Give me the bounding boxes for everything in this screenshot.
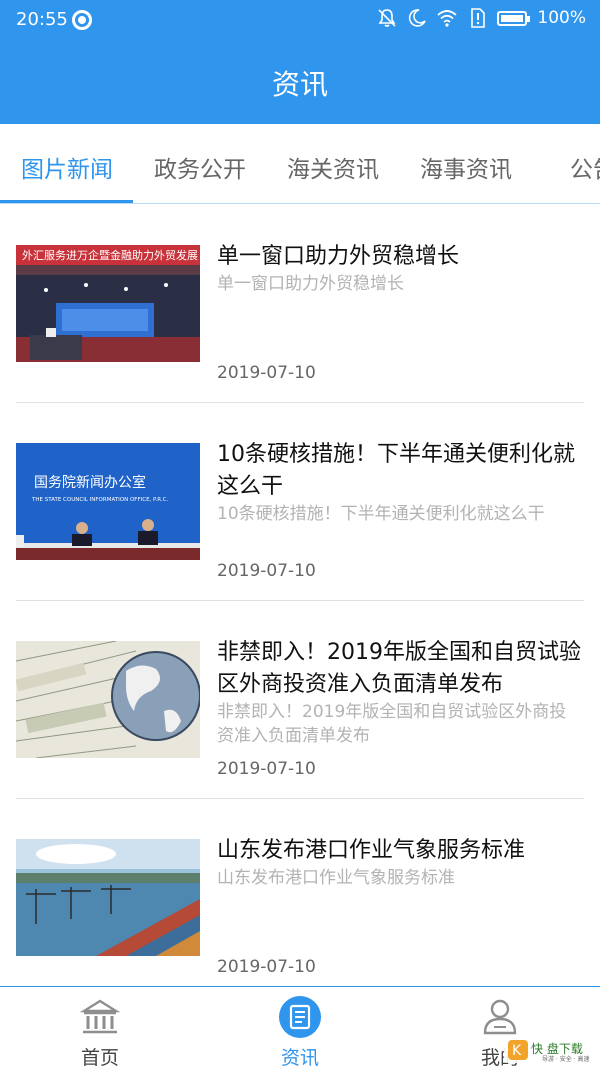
news-subtitle: 山东发布港口作业气象服务标准 [217, 868, 455, 888]
press-conference-photo: 国务院新闻办公室 THE STATE COUNCIL INFORMATION O… [16, 443, 200, 560]
news-item[interactable]: 外汇服务进万企暨金融助力外贸发展 单一窗口助力外贸稳增长 单一窗口助力外贸稳增长… [16, 205, 584, 403]
svg-text:K: K [512, 1043, 522, 1059]
svg-text:快 盘下载: 快 盘下载 [531, 1041, 583, 1056]
sim-alert-icon [471, 8, 486, 28]
conference-photo: 外汇服务进万企暨金融助力外贸发展 [16, 245, 200, 362]
svg-text:导游 · 安全 · 高速: 导游 · 安全 · 高速 [542, 1055, 589, 1063]
news-subtitle: 10条硬核措施！下半年通关便利化就这么干 [217, 504, 545, 524]
news-item[interactable]: 非禁即入！2019年版全国和自贸试验区外商投资准入负面清单发布 非禁即入！201… [16, 601, 584, 799]
title-bar: 资讯 [0, 40, 600, 124]
status-bar: 20:55 100% [0, 0, 600, 40]
office-name-text: 国务院新闻办公室 [34, 474, 146, 491]
site-watermark-logo: K 快 盘下载 导游 · 安全 · 高速 [504, 1036, 596, 1064]
category-tabs: 图片新闻 政务公开 海关资讯 海事资讯 公告 [0, 124, 600, 204]
nav-news[interactable]: 资讯 [200, 987, 400, 1067]
port-photo [16, 839, 200, 956]
news-icon [279, 996, 321, 1038]
status-time: 20:55 [16, 9, 68, 30]
tab-active-indicator [0, 200, 133, 203]
tab-photo-news[interactable]: 图片新闻 [21, 150, 113, 184]
battery-icon [497, 10, 531, 26]
news-subtitle: 非禁即入！2019年版全国和自贸试验区外商投资准入负面清单发布 [217, 702, 567, 746]
office-name-en: THE STATE COUNCIL INFORMATION OFFICE, P.… [31, 497, 168, 503]
news-date: 2019-07-10 [217, 363, 316, 383]
nav-home[interactable]: 首页 [0, 987, 200, 1067]
news-date: 2019-07-10 [217, 759, 316, 779]
wifi-icon [437, 10, 457, 27]
record-indicator-icon [72, 10, 92, 30]
news-title: 单一窗口助力外贸稳增长 [217, 244, 460, 269]
news-date: 2019-07-10 [217, 561, 316, 581]
news-title: 山东发布港口作业气象服务标准 [217, 838, 526, 863]
news-title: 10条硬核措施！下半年通关便利化就这么干 [217, 442, 575, 499]
nav-home-label: 首页 [80, 1047, 119, 1067]
banner-text: 外汇服务进万企暨金融助力外贸发展 [22, 248, 198, 262]
moon-icon [409, 9, 427, 27]
news-date: 2019-07-10 [217, 957, 316, 977]
news-item[interactable]: 国务院新闻办公室 THE STATE COUNCIL INFORMATION O… [16, 403, 584, 601]
news-list: 外汇服务进万企暨金融助力外贸发展 单一窗口助力外贸稳增长 单一窗口助力外贸稳增长… [16, 205, 584, 997]
news-subtitle: 单一窗口助力外贸稳增长 [217, 274, 404, 294]
globe-money-photo [16, 641, 200, 758]
battery-level: 100% [537, 8, 586, 28]
mute-bell-icon [378, 9, 396, 27]
status-icons: 100% [377, 8, 586, 28]
tab-customs-news[interactable]: 海关资讯 [287, 150, 379, 184]
news-title: 非禁即入！2019年版全国和自贸试验区外商投资准入负面清单发布 [217, 640, 581, 697]
bank-icon [79, 999, 121, 1034]
user-icon [483, 999, 517, 1035]
news-item[interactable]: 山东发布港口作业气象服务标准 山东发布港口作业气象服务标准 2019-07-10 [16, 799, 584, 997]
nav-news-label: 资讯 [280, 1047, 319, 1067]
tab-maritime-news[interactable]: 海事资讯 [420, 150, 512, 184]
page-title: 资讯 [271, 68, 328, 101]
tab-government-affairs[interactable]: 政务公开 [154, 150, 246, 184]
tab-announcements[interactable]: 公告 [570, 150, 600, 184]
